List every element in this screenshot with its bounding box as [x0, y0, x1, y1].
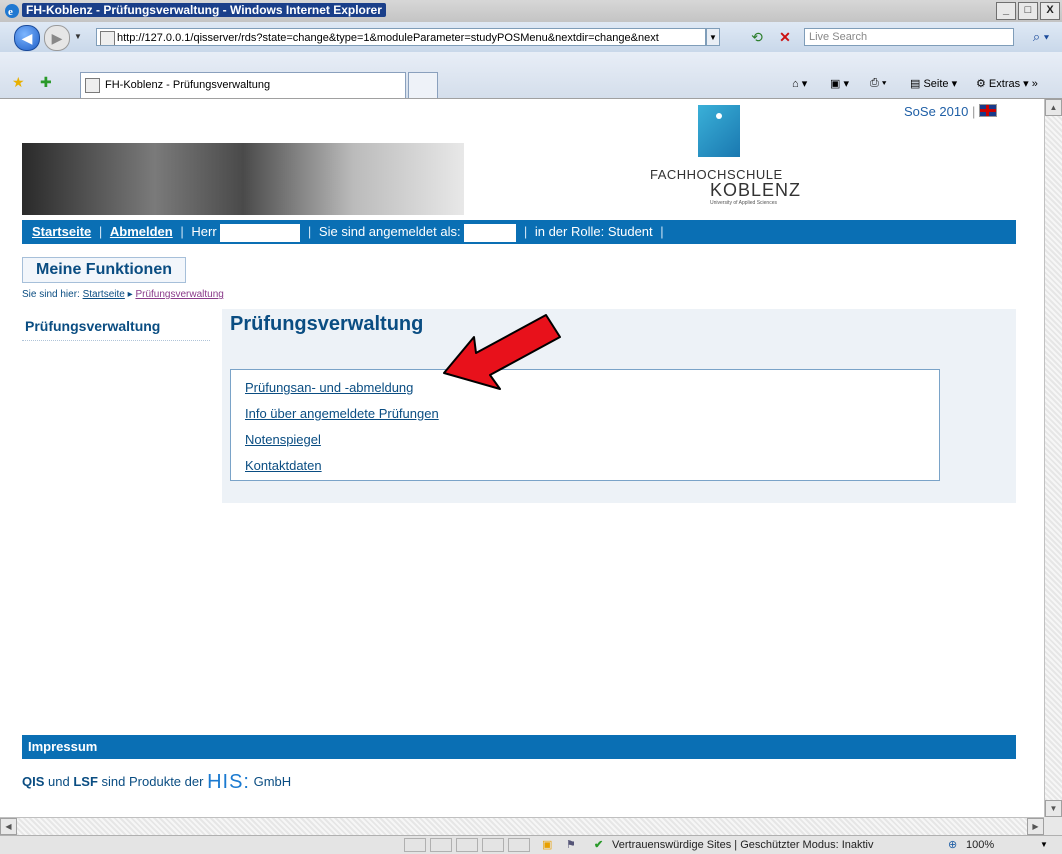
- nav-home-link[interactable]: Startseite: [32, 224, 91, 239]
- breadcrumb-current-link[interactable]: Prüfungsverwaltung: [135, 289, 223, 300]
- breadcrumb-arrow-icon: ▸: [127, 289, 133, 300]
- english-flag-icon[interactable]: [978, 104, 997, 117]
- history-dropdown-icon[interactable]: ▼: [74, 32, 82, 41]
- main-content: Prüfungsverwaltung Prüfungsan- und -abme…: [222, 309, 1016, 503]
- lock-icon: ▣: [542, 839, 553, 851]
- print-icon[interactable]: ⎙ ▾: [870, 77, 886, 90]
- nav-logged-in-label: Sie sind angemeldet als:: [318, 224, 461, 239]
- page-viewport: SoSe 2010 | FACHHOCHSCHULE KOBLENZ Unive…: [0, 99, 1044, 817]
- nav-role-label: in der Rolle: Student: [534, 224, 653, 239]
- footer-impressum-bar: Impressum: [22, 735, 1016, 759]
- page-menu-icon: ▤: [910, 78, 924, 90]
- status-segment: [508, 838, 530, 852]
- breadcrumb-home-link[interactable]: Startseite: [83, 289, 125, 300]
- impressum-link[interactable]: Impressum: [28, 739, 97, 754]
- browser-tab[interactable]: FH-Koblenz - Prüfungsverwaltung: [80, 72, 406, 98]
- search-icon[interactable]: ⌕ ▾: [1024, 27, 1058, 47]
- red-arrow-annotation-icon: [443, 314, 561, 390]
- footer-credits: QIS und LSF sind Produkte der HIS: GmbH: [22, 771, 292, 793]
- window-titlebar: e FH-Koblenz - Prüfungsverwaltung - Wind…: [0, 0, 1062, 23]
- his-logo: HIS:: [207, 771, 250, 793]
- scrollbar-corner: [1044, 817, 1062, 835]
- status-segment: [456, 838, 478, 852]
- link-exam-registration[interactable]: Prüfungsan- und -abmeldung: [245, 380, 413, 395]
- nav-salutation: Herr: [191, 224, 217, 239]
- nav-logout-link[interactable]: Abmelden: [110, 224, 173, 239]
- scroll-left-icon[interactable]: ◀: [0, 818, 17, 835]
- tab-command-bar: ★ ✚ FH-Koblenz - Prüfungsverwaltung ⌂ ▾ …: [0, 52, 1062, 99]
- stop-icon[interactable]: ✕: [775, 27, 795, 47]
- close-button[interactable]: X: [1040, 2, 1060, 20]
- maximize-button[interactable]: □: [1018, 2, 1038, 20]
- page-menu[interactable]: ▤ Seite ▾: [910, 77, 957, 90]
- address-toolbar: ◀ ▶ ▼ http://127.0.0.1/qisserver/rds?sta…: [0, 22, 1062, 52]
- page-title: Prüfungsverwaltung: [230, 313, 424, 335]
- redacted-name: [220, 223, 301, 242]
- page-favicon-icon: [100, 31, 115, 45]
- window-title: FH-Koblenz - Prüfungsverwaltung - Window…: [22, 3, 386, 17]
- favorites-star-icon[interactable]: ★: [12, 74, 25, 91]
- trusted-site-check-icon: ✔: [594, 839, 604, 851]
- zoom-icon[interactable]: ⊕: [948, 838, 957, 851]
- tab-favicon-icon: [85, 78, 100, 93]
- ie-logo-icon: e: [5, 4, 19, 18]
- zoom-dropdown-icon[interactable]: ▼: [1040, 840, 1048, 849]
- breadcrumb: Sie sind hier: Startseite ▸ Prüfungsverw…: [22, 289, 224, 300]
- semester-label: SoSe 2010 |: [904, 104, 997, 119]
- my-functions-button[interactable]: Meine Funktionen: [22, 257, 186, 283]
- status-segment: [430, 838, 452, 852]
- redacted-username: [464, 223, 517, 242]
- security-zone-text[interactable]: Vertrauenswürdige Sites | Geschützter Mo…: [612, 839, 873, 851]
- horizontal-scrollbar[interactable]: ◀ ▶: [0, 817, 1044, 835]
- forward-button[interactable]: ▶: [44, 25, 70, 51]
- feeds-icon[interactable]: ▣ ▾: [830, 77, 849, 90]
- new-tab-button[interactable]: [408, 72, 438, 98]
- status-segment: [404, 838, 426, 852]
- status-segment: [482, 838, 504, 852]
- address-dropdown-icon[interactable]: ▼: [706, 28, 720, 46]
- refresh-icon[interactable]: ⟲: [747, 27, 767, 47]
- minimize-button[interactable]: _: [996, 2, 1016, 20]
- zoom-level[interactable]: 100%: [966, 839, 994, 851]
- link-grade-overview[interactable]: Notenspiegel: [245, 432, 321, 447]
- add-favorite-icon[interactable]: ✚: [40, 74, 52, 91]
- scroll-right-icon[interactable]: ▶: [1027, 818, 1044, 835]
- university-logo: FACHHOCHSCHULE KOBLENZ University of App…: [650, 105, 800, 206]
- extras-menu[interactable]: ⚙ Extras ▾ »: [976, 77, 1038, 90]
- link-registered-exams-info[interactable]: Info über angemeldete Prüfungen: [245, 406, 439, 421]
- status-bar: ▣ ⚑ ✔ Vertrauenswürdige Sites | Geschütz…: [0, 835, 1062, 854]
- function-links-box: Prüfungsan- und -abmeldung Info über ang…: [230, 369, 940, 481]
- vertical-scrollbar[interactable]: ▲ ▼: [1044, 99, 1062, 817]
- scroll-down-icon[interactable]: ▼: [1045, 800, 1062, 817]
- home-icon[interactable]: ⌂ ▾: [792, 77, 807, 90]
- popup-blocker-icon: ⚑: [566, 839, 576, 851]
- address-input[interactable]: http://127.0.0.1/qisserver/rds?state=cha…: [96, 28, 706, 46]
- logo-mark-icon: [698, 105, 740, 157]
- search-input[interactable]: Live Search: [804, 28, 1014, 46]
- back-button[interactable]: ◀: [14, 25, 40, 51]
- gear-icon: ⚙: [976, 78, 989, 90]
- svg-text:e: e: [8, 6, 13, 18]
- sidebar-item-pruefungsverwaltung[interactable]: Prüfungsverwaltung: [22, 314, 210, 341]
- banner-image: [22, 143, 464, 215]
- scroll-up-icon[interactable]: ▲: [1045, 99, 1062, 116]
- link-contact-data[interactable]: Kontaktdaten: [245, 458, 322, 473]
- top-nav: Startseite | Abmelden | Herr | Sie sind …: [22, 220, 1016, 244]
